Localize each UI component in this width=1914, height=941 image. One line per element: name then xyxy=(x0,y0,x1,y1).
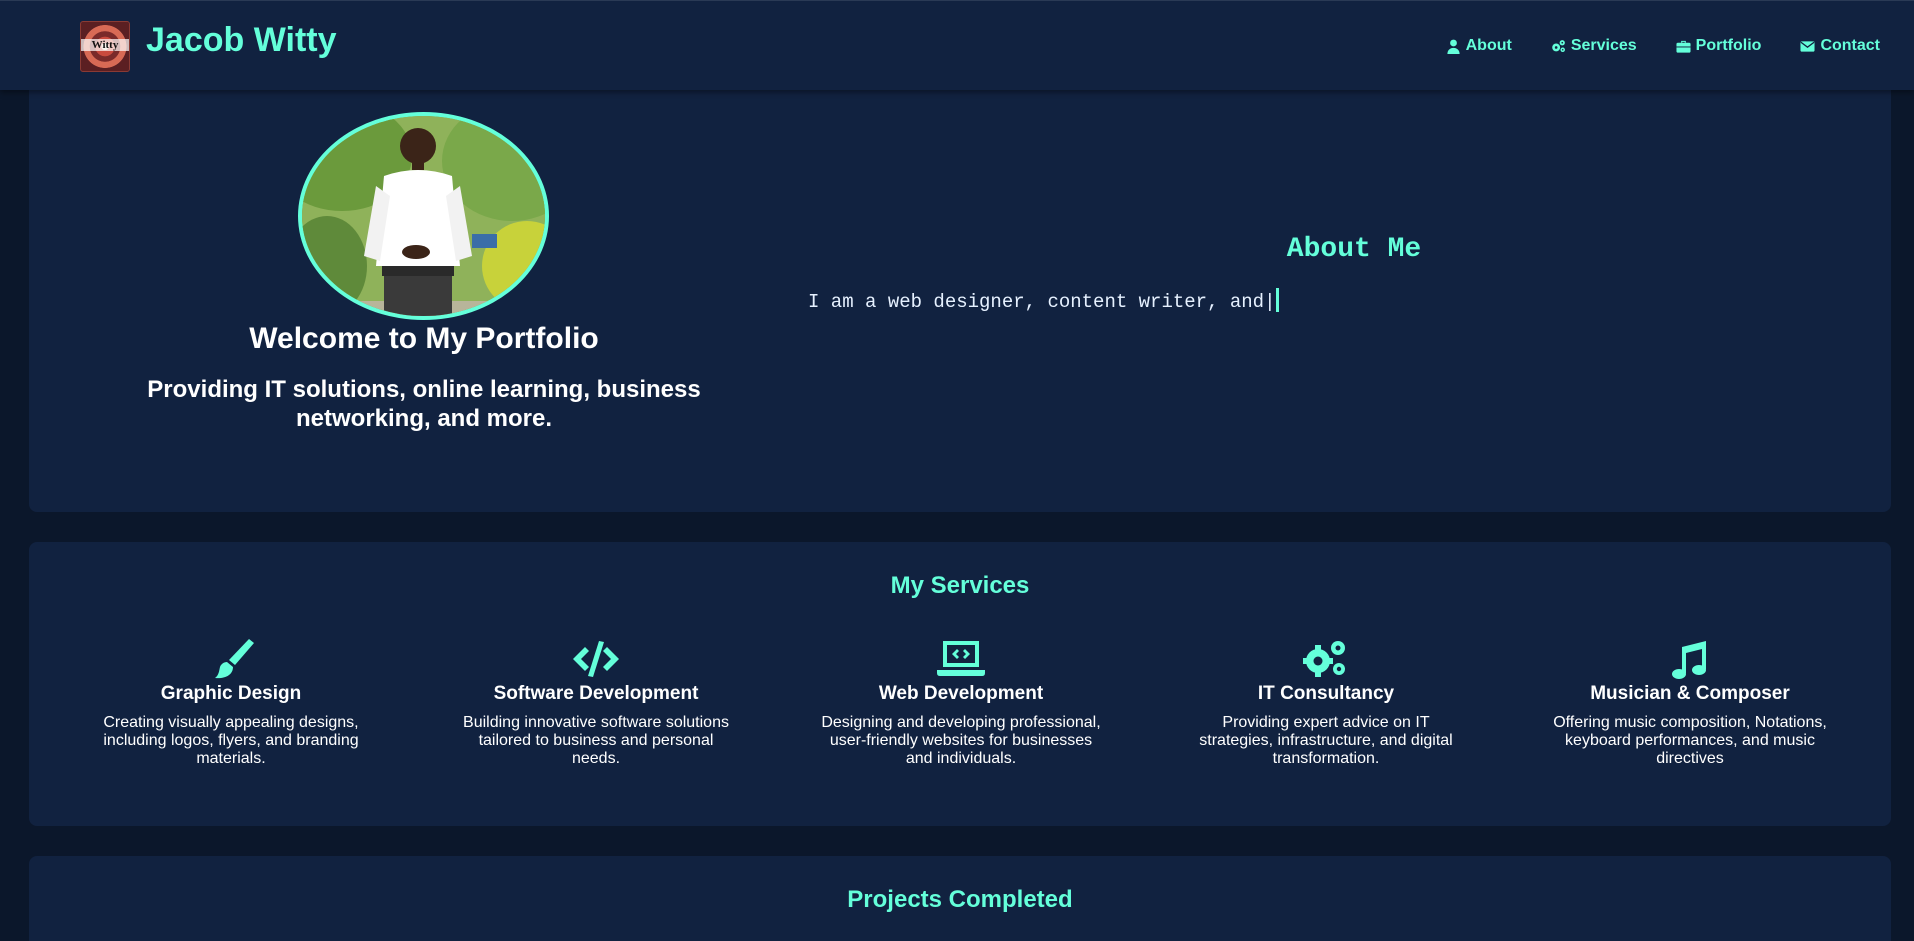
projects-section: Projects Completed xyxy=(29,856,1891,941)
nav-contact-label: Contact xyxy=(1820,37,1880,54)
service-description: Offering music composition, Notations, k… xyxy=(1553,714,1827,767)
paintbrush-icon xyxy=(205,637,257,681)
service-title: IT Consultancy xyxy=(1257,683,1395,704)
brand-name[interactable]: Jacob Witty xyxy=(146,21,337,60)
typing-cursor xyxy=(1276,288,1280,312)
service-description: Designing and developing professional, u… xyxy=(821,714,1101,767)
nav-about-label: About xyxy=(1465,37,1512,54)
service-card: Graphic Design Creating visually appeali… xyxy=(81,637,381,768)
logo[interactable]: Witty xyxy=(80,21,130,72)
logo-text: Witty xyxy=(81,39,129,51)
service-title: Software Development xyxy=(493,683,699,704)
service-card: Software Development Building innovative… xyxy=(446,637,746,768)
envelope-icon xyxy=(1800,40,1815,52)
hero-title: Welcome to My Portfolio xyxy=(249,322,599,355)
nav-about[interactable]: About xyxy=(1446,37,1512,55)
service-description: Creating visually appealing designs, inc… xyxy=(103,714,359,767)
hero-subtitle: Providing IT solutions, online learning,… xyxy=(147,376,701,432)
service-title: Graphic Design xyxy=(160,683,302,704)
about-text-line: I am a web designer, content writer, and… xyxy=(808,288,1280,313)
briefcase-icon xyxy=(1676,40,1691,53)
projects-title: Projects Completed xyxy=(847,886,1073,913)
nav-services[interactable]: Services xyxy=(1551,37,1637,55)
service-card: Musician & Composer Offering music compo… xyxy=(1540,637,1840,768)
service-title: Musician & Composer xyxy=(1590,683,1790,704)
nav-contact[interactable]: Contact xyxy=(1800,37,1880,55)
services-title: My Services xyxy=(890,572,1030,599)
profile-photo-image xyxy=(302,116,545,316)
service-card: Web Development Designing and developing… xyxy=(811,637,1111,768)
services-section: My Services Graphic Design Creating visu… xyxy=(29,542,1891,826)
nav-portfolio-label: Portfolio xyxy=(1695,37,1762,54)
profile-photo xyxy=(298,112,549,320)
nav-services-label: Services xyxy=(1570,37,1637,54)
music-icon xyxy=(1664,637,1716,681)
navbar: Witty Jacob Witty About Services Portfol… xyxy=(0,0,1914,90)
main-nav: About Services Portfolio Contact xyxy=(1446,37,1880,55)
service-description: Providing expert advice on IT strategies… xyxy=(1199,714,1453,767)
about-title: About Me xyxy=(1286,234,1422,265)
hero-section: Welcome to My Portfolio Providing IT sol… xyxy=(29,80,1891,512)
service-title: Web Development xyxy=(878,683,1044,704)
laptop-code-icon xyxy=(935,637,987,681)
gears-icon xyxy=(1300,637,1352,681)
code-icon xyxy=(570,637,622,681)
user-icon xyxy=(1447,39,1460,54)
gears-icon xyxy=(1552,39,1565,52)
service-card: IT Consultancy Providing expert advice o… xyxy=(1176,637,1476,768)
about-typed-text: I am a web designer, content writer, and… xyxy=(808,291,1276,313)
service-description: Building innovative software solutions t… xyxy=(463,714,729,767)
nav-portfolio[interactable]: Portfolio xyxy=(1676,37,1762,55)
